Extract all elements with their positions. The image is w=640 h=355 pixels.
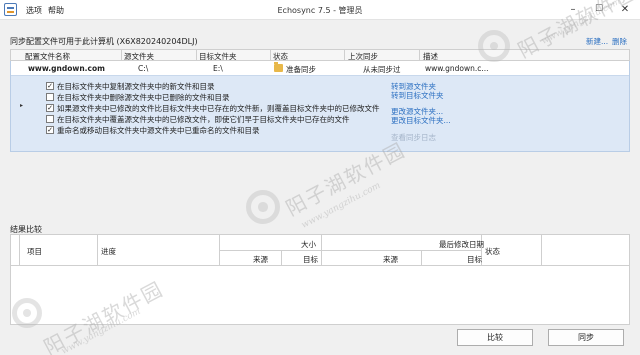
option-label: 在目标文件夹中覆盖源文件夹中的已修改文件，即使它们早于目标文件夹中已存在的文件: [57, 115, 350, 124]
col-status[interactable]: 状态: [485, 246, 500, 257]
minimize-button[interactable]: –: [560, 0, 586, 20]
compare-button[interactable]: 比较: [457, 329, 533, 346]
col-modified-target[interactable]: 目标: [467, 254, 482, 265]
checkbox-icon[interactable]: ✓: [46, 104, 54, 112]
option-label: 在目标文件夹中删除源文件夹中已删除的文件和目录: [57, 93, 230, 102]
watermark-logo-icon: [246, 190, 280, 224]
option-rename-move[interactable]: ✓ 重命名或移动目标文件夹中源文件夹中已重命名的文件和目录: [46, 125, 260, 136]
col-divider: [281, 250, 282, 265]
job-last-sync: 从未同步过: [363, 65, 401, 74]
expand-arrow-icon[interactable]: ▸: [20, 102, 23, 109]
checkbox-icon[interactable]: ✓: [46, 126, 54, 134]
option-overwrite-older[interactable]: 在目标文件夹中覆盖源文件夹中的已修改文件，即使它们早于目标文件夹中已存在的文件: [46, 114, 350, 125]
col-divider: [321, 235, 322, 265]
title-bar: 选项 帮助 Echosync 7.5 - 管理员 – ☐ ✕: [0, 0, 640, 20]
view-sync-log-link[interactable]: 查看同步日志: [391, 132, 436, 143]
maximize-button[interactable]: ☐: [586, 0, 612, 20]
results-grid: 项目 进度 大小 最后修改日期 来源 目标 来源 目标 状态: [10, 234, 630, 325]
config-grid-header: 配置文件名称 源文件夹 目标文件夹 状态 上次同步 描述: [10, 49, 630, 61]
checkbox-icon[interactable]: [46, 115, 54, 123]
col-item[interactable]: 项目: [27, 246, 42, 257]
delete-config-link[interactable]: 删除: [612, 36, 627, 47]
window-title: Echosync 7.5 - 管理员: [277, 6, 363, 15]
sync-config-heading: 同步配置文件可用于此计算机 (X6X820240204DLJ): [10, 37, 198, 46]
checkbox-icon[interactable]: ✓: [46, 82, 54, 90]
job-target: E:\: [213, 64, 223, 73]
col-divider: [19, 235, 20, 265]
folder-icon: [274, 62, 283, 72]
col-separator: [121, 50, 122, 61]
sync-button[interactable]: 同步: [548, 329, 624, 346]
option-label: 在目标文件夹中复制源文件夹中的新文件和目录: [57, 82, 215, 91]
col-size-source[interactable]: 来源: [253, 254, 268, 265]
col-separator: [419, 50, 420, 61]
sync-job-panel: www.gndown.com C:\ E:\ 准备同步 从未同步过 www.gn…: [10, 61, 630, 152]
col-divider: [97, 235, 98, 265]
col-separator: [344, 50, 345, 61]
col-divider: [541, 235, 542, 265]
job-source: C:\: [138, 64, 149, 73]
job-name: www.gndown.com: [28, 64, 105, 73]
col-size[interactable]: 大小: [301, 239, 316, 250]
goto-target-link[interactable]: 转到目标文件夹: [391, 90, 444, 101]
option-label: 如果源文件夹中已修改的文件比目标文件夹中已存在的文件新，则覆盖目标文件夹中的已修…: [57, 104, 380, 113]
col-separator: [270, 50, 271, 61]
col-divider: [421, 250, 422, 265]
watermark-url: www.yangzihu.com: [300, 180, 383, 231]
option-overwrite-newer[interactable]: ✓ 如果源文件夹中已修改的文件比目标文件夹中已存在的文件新，则覆盖目标文件夹中的已…: [46, 103, 380, 114]
col-modified-date[interactable]: 最后修改日期: [439, 239, 484, 250]
change-target-link[interactable]: 更改目标文件夹...: [391, 115, 451, 126]
option-copy-new[interactable]: ✓ 在目标文件夹中复制源文件夹中的新文件和目录: [46, 81, 215, 92]
option-label: 重命名或移动目标文件夹中源文件夹中已重命名的文件和目录: [57, 126, 260, 135]
close-button[interactable]: ✕: [612, 0, 638, 20]
option-delete-removed[interactable]: 在目标文件夹中删除源文件夹中已删除的文件和目录: [46, 92, 230, 103]
header-divider: [11, 265, 629, 266]
col-progress[interactable]: 进度: [101, 246, 116, 257]
job-description: www.gndown.c...: [425, 64, 489, 73]
col-size-target[interactable]: 目标: [303, 254, 318, 265]
job-status: 准备同步: [286, 65, 316, 74]
sync-job-row[interactable]: www.gndown.com C:\ E:\ 准备同步 从未同步过 www.gn…: [11, 61, 629, 76]
new-config-link[interactable]: 新建...: [586, 36, 608, 47]
col-modified-source[interactable]: 来源: [383, 254, 398, 265]
checkbox-icon[interactable]: [46, 93, 54, 101]
col-separator: [196, 50, 197, 61]
subheader-divider: [219, 250, 481, 251]
